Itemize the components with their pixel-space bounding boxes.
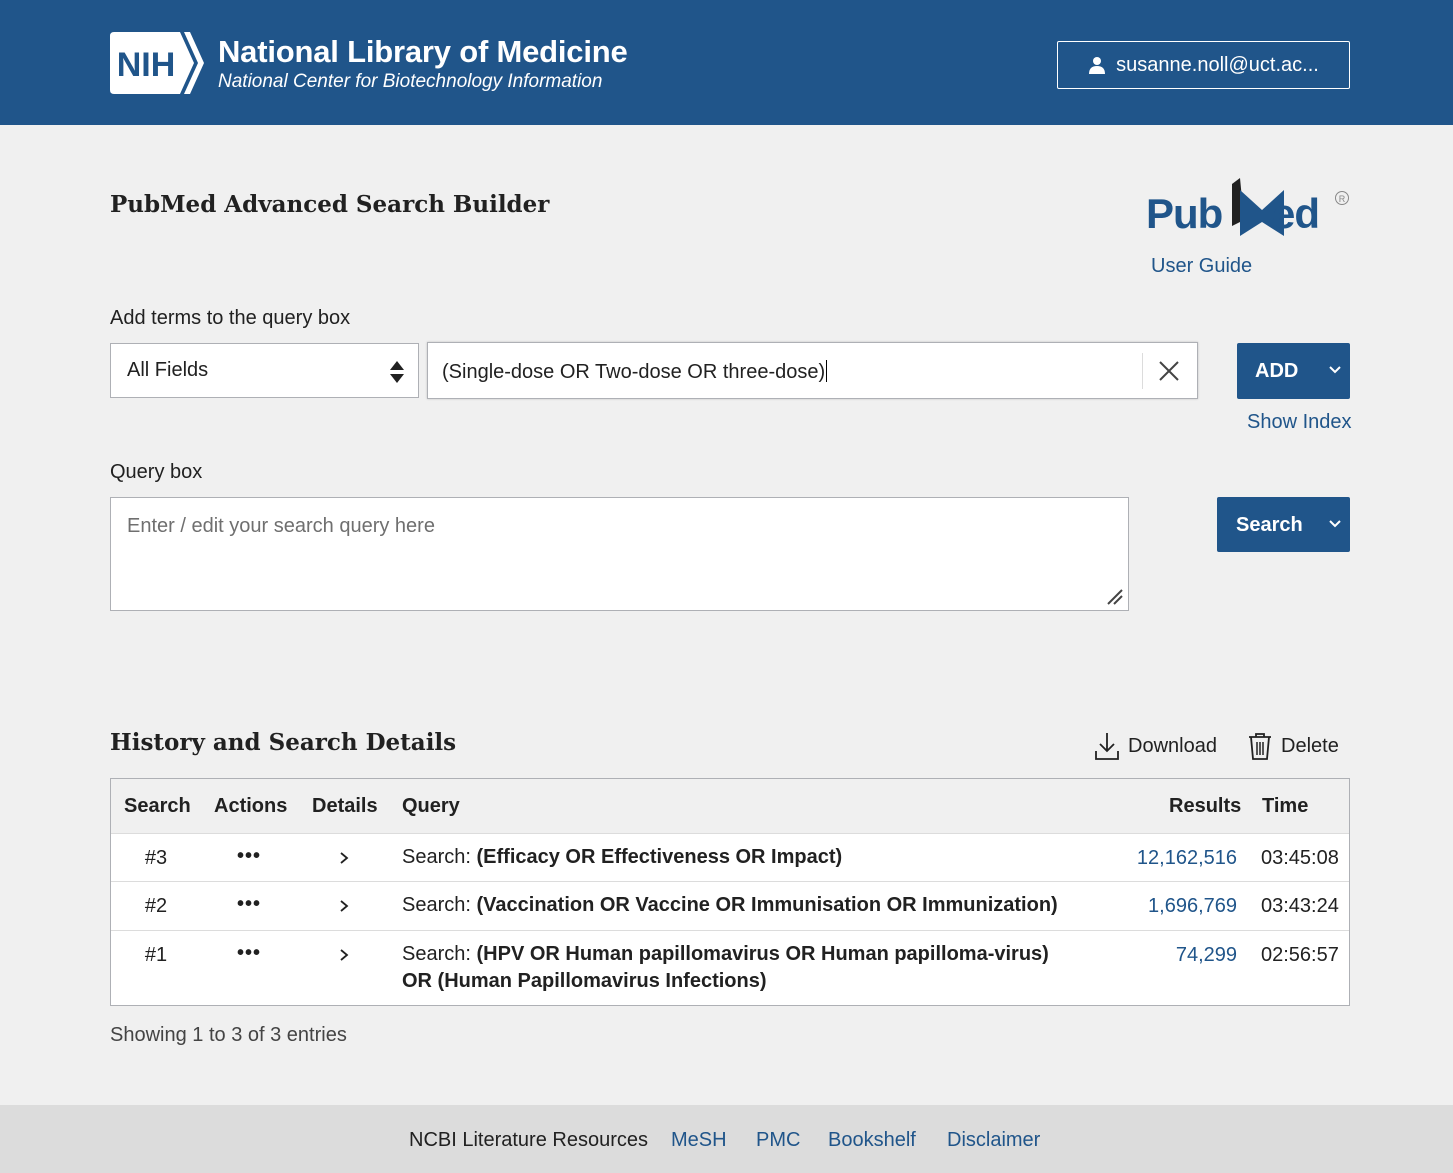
trash-icon [1249,733,1271,760]
svg-text:R: R [1339,194,1346,204]
download-icon [1095,733,1119,760]
chevron-right-icon[interactable] [337,899,351,913]
column-header-details: Details [312,795,378,817]
show-index-link[interactable]: Show Index [1247,411,1352,434]
term-input-value: (Single-dose OR Two-dose OR three-dose) [442,361,826,383]
query-text: Search: (Efficacy OR Effectiveness OR Im… [402,846,843,868]
actions-menu-icon[interactable]: ••• [237,845,261,868]
actions-menu-icon[interactable]: ••• [237,942,261,965]
svg-text:Pub: Pub [1146,190,1222,237]
add-button-label: ADD [1255,360,1299,382]
history-table: Search Actions Details Query Results Tim… [110,778,1350,1006]
user-icon [1089,57,1106,74]
field-select-value: All Fields [127,359,209,381]
query-textarea[interactable]: Enter / edit your search query here [110,497,1129,611]
search-button[interactable]: Search [1217,497,1350,552]
clear-icon[interactable] [1156,358,1182,384]
search-number: #3 [144,847,168,869]
add-terms-label: Add terms to the query box [110,307,351,329]
column-header-search[interactable]: Search [124,795,191,818]
term-input[interactable]: (Single-dose OR Two-dose OR three-dose) [427,342,1198,399]
search-button-label: Search [1236,514,1303,536]
column-header-results[interactable]: Results [1169,795,1241,818]
page-title: PubMed Advanced Search Builder [110,191,550,218]
account-email: susanne.noll@uct.ac... [1116,53,1319,76]
search-time: 03:43:24 [1261,895,1339,917]
nlm-subtitle: National Center for Biotechnology Inform… [218,71,603,92]
query-placeholder: Enter / edit your search query here [127,515,435,537]
table-row: #2 ••• Search: (Vaccination OR Vaccine O… [111,881,1349,930]
column-header-time[interactable]: Time [1262,795,1308,818]
nih-logo-text: NIH [117,46,176,84]
table-header: Search Actions Details Query Results Tim… [111,779,1349,833]
footer-link-ncbi-literature-resources[interactable]: NCBI Literature Resources [409,1129,648,1152]
field-select[interactable]: All Fields [110,343,419,398]
nlm-title[interactable]: National Library of Medicine [218,34,628,70]
add-button[interactable]: ADD [1237,343,1350,399]
account-button[interactable]: susanne.noll@uct.ac... [1057,41,1350,89]
search-time: 02:56:57 [1261,944,1339,966]
sort-updown-icon [390,361,404,383]
column-header-query: Query [402,795,460,817]
svg-text:ed: ed [1272,190,1319,237]
table-row: #1 ••• Search: (HPV OR Human papillomavi… [111,930,1349,1004]
resize-grip-icon[interactable] [1104,586,1124,606]
footer-link-disclaimer[interactable]: Disclaimer [947,1129,1040,1152]
query-box-label: Query box [110,461,203,483]
footer-link-pmc[interactable]: PMC [756,1129,800,1152]
entries-count: Showing 1 to 3 of 3 entries [110,1024,347,1046]
user-guide-link[interactable]: User Guide [1151,255,1252,278]
text-caret [826,360,828,382]
delete-label: Delete [1281,734,1339,757]
delete-button[interactable]: Delete [1247,731,1339,761]
table-row: #3 ••• Search: (Efficacy OR Effectivenes… [111,833,1349,881]
search-number: #1 [144,944,168,966]
results-count-link[interactable]: 1,696,769 [1107,895,1237,918]
download-button[interactable]: Download [1094,731,1217,761]
history-title: History and Search Details [110,729,457,756]
footer-link-bookshelf[interactable]: Bookshelf [828,1129,916,1152]
pubmed-logo[interactable]: Pub ed R [1144,176,1354,248]
chevron-right-icon[interactable] [337,948,351,962]
search-number: #2 [144,895,168,917]
column-header-actions: Actions [214,795,288,817]
download-label: Download [1128,734,1217,757]
nih-logo[interactable]: NIH [110,32,210,94]
search-time: 03:45:08 [1261,847,1339,869]
input-divider [1142,353,1143,389]
query-text: Search: (HPV OR Human papillomavirus OR … [402,943,1049,992]
footer-link-mesh[interactable]: MeSH [671,1129,727,1152]
chevron-down-icon[interactable] [1328,363,1342,377]
results-count-link[interactable]: 74,299 [1107,944,1237,967]
chevron-right-icon[interactable] [337,851,351,865]
results-count-link[interactable]: 12,162,516 [1107,847,1237,870]
site-header: NIH National Library of Medicine Nationa… [0,0,1453,125]
actions-menu-icon[interactable]: ••• [237,893,261,916]
chevron-down-icon[interactable] [1328,517,1342,531]
query-text: Search: (Vaccination OR Vaccine OR Immun… [402,894,1058,916]
